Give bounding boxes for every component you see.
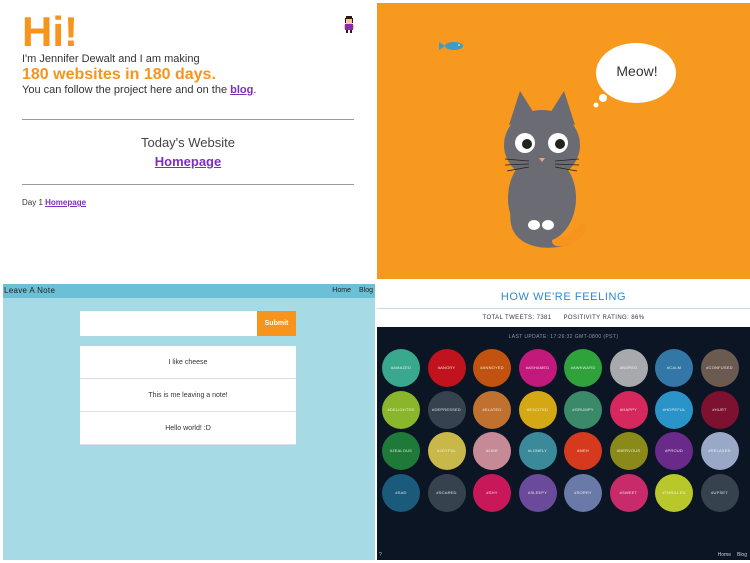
feeling-circle[interactable]: #HURT	[700, 390, 739, 429]
footer-blog-link[interactable]: Blog	[737, 552, 747, 558]
submit-button[interactable]: Submit	[257, 311, 296, 336]
feeling-circle[interactable]: #SWEET	[609, 473, 648, 512]
headline-text: 180 websites in 180 days.	[22, 66, 216, 83]
day-entry: Day 1 Homepage	[22, 198, 86, 207]
meow-website-panel: Meow!	[377, 3, 750, 279]
feeling-circle[interactable]: #UPSET	[700, 473, 739, 512]
stats-row: TOTAL TWEETS: 7381 POSITIVITY RATING: 86%	[377, 315, 750, 321]
feeling-circle[interactable]: #HAPPY	[609, 390, 648, 429]
cat-head[interactable]	[504, 91, 580, 180]
feeling-circle[interactable]: #ASHAMED	[518, 349, 557, 387]
feeling-circle[interactable]: #LIKE	[473, 432, 511, 470]
follow-text: You can follow the project here and on t…	[22, 84, 256, 96]
feeling-circle[interactable]: #ANGRY	[427, 349, 466, 387]
day-homepage-link[interactable]: Homepage	[45, 198, 86, 207]
footer-nav: Home Blog	[712, 552, 747, 558]
fish-icon[interactable]	[439, 42, 463, 50]
feeling-circle[interactable]: #GRUMPY	[564, 390, 602, 429]
feeling-circle[interactable]: #CALM	[655, 349, 693, 387]
feeling-circle[interactable]: #JOYFUL	[427, 432, 466, 470]
feeling-circle[interactable]: #SHY	[473, 473, 511, 512]
feeling-circle[interactable]: #PROUD	[655, 432, 693, 470]
intro-text: I'm Jennifer Dewalt and I am making	[22, 53, 200, 65]
feeling-circle[interactable]: #NERVOUS	[609, 432, 648, 470]
meow-text: Meow!	[616, 63, 658, 79]
feeling-circle[interactable]: #CONFUSED	[700, 349, 739, 387]
feeling-circle[interactable]: #DEPRESSED	[427, 390, 466, 429]
feelings-board: LAST UPDATE: 17:26:32 GMT-0800 (PST) #AM…	[377, 327, 750, 560]
help-link[interactable]: ?	[379, 552, 382, 558]
feeling-circle[interactable]: #ELATED	[473, 390, 511, 429]
notes-list: I like cheese This is me leaving a note!…	[80, 346, 296, 445]
title-divider	[377, 308, 750, 309]
feeling-circle[interactable]: #SAD	[382, 473, 420, 512]
feeling-circle[interactable]: #AMAZED	[382, 349, 420, 387]
feeling-circle[interactable]: #SLEEPY	[518, 473, 557, 512]
total-tweets: TOTAL TWEETS: 7381	[482, 315, 552, 321]
feeling-circle[interactable]: #ANNOYED	[473, 349, 511, 387]
cat-scene	[439, 42, 676, 248]
greeting-heading: Hi!	[22, 8, 78, 55]
hi-website-panel: Hi! I'm Jennifer Dewalt and I am making …	[0, 0, 375, 281]
page-title: HOW WE'RE FEELING	[500, 291, 627, 303]
feeling-circle[interactable]: #THRILLED	[655, 473, 693, 512]
cat-paw	[528, 220, 540, 230]
avatar-icon	[344, 16, 354, 33]
feeling-circle[interactable]: #SCARED	[427, 473, 466, 512]
note-item: Hello world! :D	[80, 412, 296, 445]
leave-a-note-panel: Leave A Note Home Blog Submit I like chee…	[3, 284, 375, 560]
feeling-circle[interactable]: #EXCITED	[518, 390, 557, 429]
note-item: This is me leaving a note!	[80, 379, 296, 412]
follow-suffix: .	[253, 84, 257, 96]
nav-blog-link[interactable]: Blog	[359, 287, 373, 294]
nav-links: Home Blog	[324, 287, 373, 294]
top-nav: Leave A Note Home Blog	[3, 284, 375, 298]
feeling-circle[interactable]: #SORRY	[564, 473, 602, 512]
note-item: I like cheese	[80, 346, 296, 379]
divider	[22, 119, 354, 120]
how-were-feeling-panel: HOW WE'RE FEELING TOTAL TWEETS: 7381 POSI…	[377, 284, 750, 560]
last-update: LAST UPDATE: 17:26:32 GMT-0800 (PST)	[508, 334, 619, 340]
day-label: Day 1	[22, 198, 43, 207]
feeling-circle[interactable]: #RELAXED	[700, 432, 739, 470]
brand-title[interactable]: Leave A Note	[4, 286, 55, 295]
feeling-circle[interactable]: #MEH	[564, 432, 602, 470]
divider	[22, 184, 354, 185]
footer-home-link[interactable]: Home	[718, 552, 731, 558]
today-label: Today's Website	[140, 135, 235, 150]
feeling-circle[interactable]: #DELIGHTED	[382, 390, 420, 429]
note-input[interactable]	[80, 311, 257, 336]
positivity-rating: POSITIVITY RATING: 86%	[563, 315, 645, 321]
cat-paw	[542, 220, 554, 230]
feeling-circle[interactable]: #JEALOUS	[382, 432, 420, 470]
today-homepage-link[interactable]: Homepage	[22, 154, 354, 169]
feeling-circle[interactable]: #AWKWARD	[564, 349, 602, 387]
nav-home-link[interactable]: Home	[332, 287, 351, 294]
follow-prefix: You can follow the project here and on t…	[22, 84, 231, 96]
blog-link[interactable]: blog	[230, 84, 253, 96]
feeling-circle[interactable]: #HOPEFUL	[655, 390, 693, 429]
feeling-circle[interactable]: #LONELY	[518, 432, 557, 470]
feeling-circle[interactable]: #BORED	[609, 349, 648, 387]
